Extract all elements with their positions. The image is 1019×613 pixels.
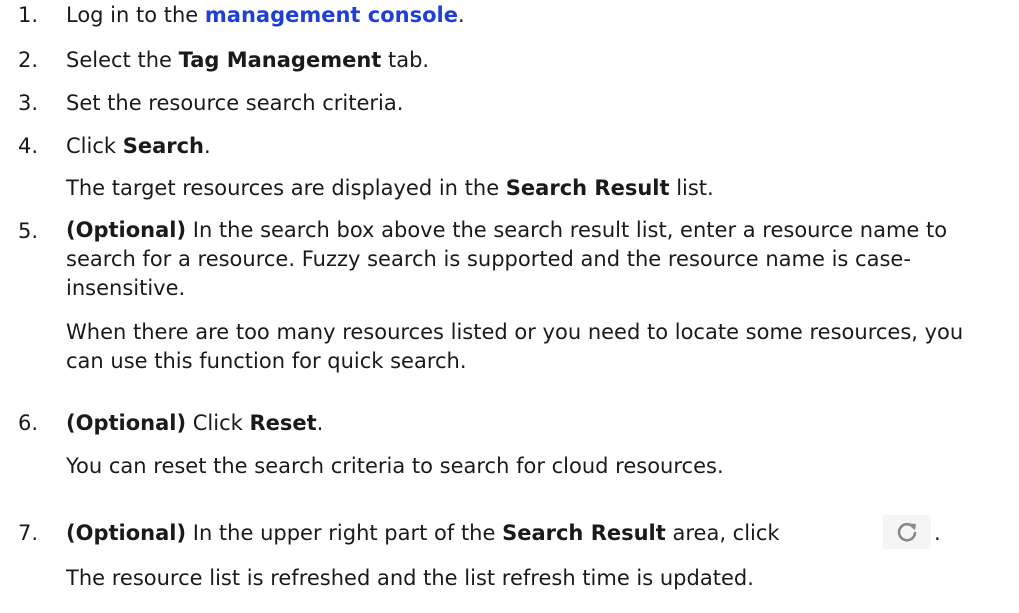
step-5: (Optional) In the search box above the s… <box>66 216 1006 303</box>
step-text: In the upper right part of the <box>186 521 503 545</box>
step-number: 1. <box>18 3 39 27</box>
optional-label: (Optional) <box>66 411 187 435</box>
step-1: Log in to the management console. <box>66 0 465 30</box>
optional-label: (Optional) <box>66 218 187 242</box>
step-bold-term: Search Result <box>502 521 666 545</box>
step-4-result: The target resources are displayed in th… <box>66 173 714 203</box>
step-bold-term: Tag Management <box>178 48 382 72</box>
step-text: area, click <box>665 521 780 545</box>
step-text: Click <box>66 134 123 158</box>
step-7-period: . <box>934 521 941 545</box>
document-body: 1. Log in to the management console. 2. … <box>0 0 1019 613</box>
step-text: . <box>457 3 465 27</box>
step-text: The target resources are displayed in th… <box>66 176 506 200</box>
refresh-icon-glyph <box>897 522 917 542</box>
step-4: Click Search. <box>66 131 211 161</box>
step-5-note: When there are too many resources listed… <box>66 320 964 373</box>
step-number: 6. <box>18 411 39 435</box>
step-text: In the search box above the search resul… <box>66 218 948 300</box>
step-7-result: The resource list is refreshed and the l… <box>66 566 754 590</box>
step-text: Click <box>186 411 250 435</box>
step-number: 3. <box>18 91 39 115</box>
step-3: Set the resource search criteria. <box>66 91 404 115</box>
management-console-link[interactable]: management console <box>205 3 458 27</box>
step-bold-term: Search <box>122 134 205 158</box>
step-bold-term: Reset <box>249 411 317 435</box>
step-text: . <box>316 411 324 435</box>
step-number: 2. <box>18 48 39 72</box>
step-6-result: You can reset the search criteria to sea… <box>66 454 724 478</box>
step-2: Select the Tag Management tab. <box>66 45 429 75</box>
step-6: (Optional) Click Reset. <box>66 408 323 438</box>
step-text: list. <box>669 176 714 200</box>
step-number: 7. <box>18 521 39 545</box>
step-text: Log in to the <box>66 3 205 27</box>
step-text: Select the <box>66 48 179 72</box>
refresh-icon[interactable] <box>883 515 931 549</box>
step-text: tab. <box>381 48 430 72</box>
step-7: (Optional) In the upper right part of th… <box>66 518 780 548</box>
step-text: . <box>204 134 211 158</box>
step-bold-term: Search Result <box>505 176 670 200</box>
step-number: 5. <box>18 219 39 243</box>
optional-label: (Optional) <box>66 521 187 545</box>
step-number: 4. <box>18 134 39 158</box>
